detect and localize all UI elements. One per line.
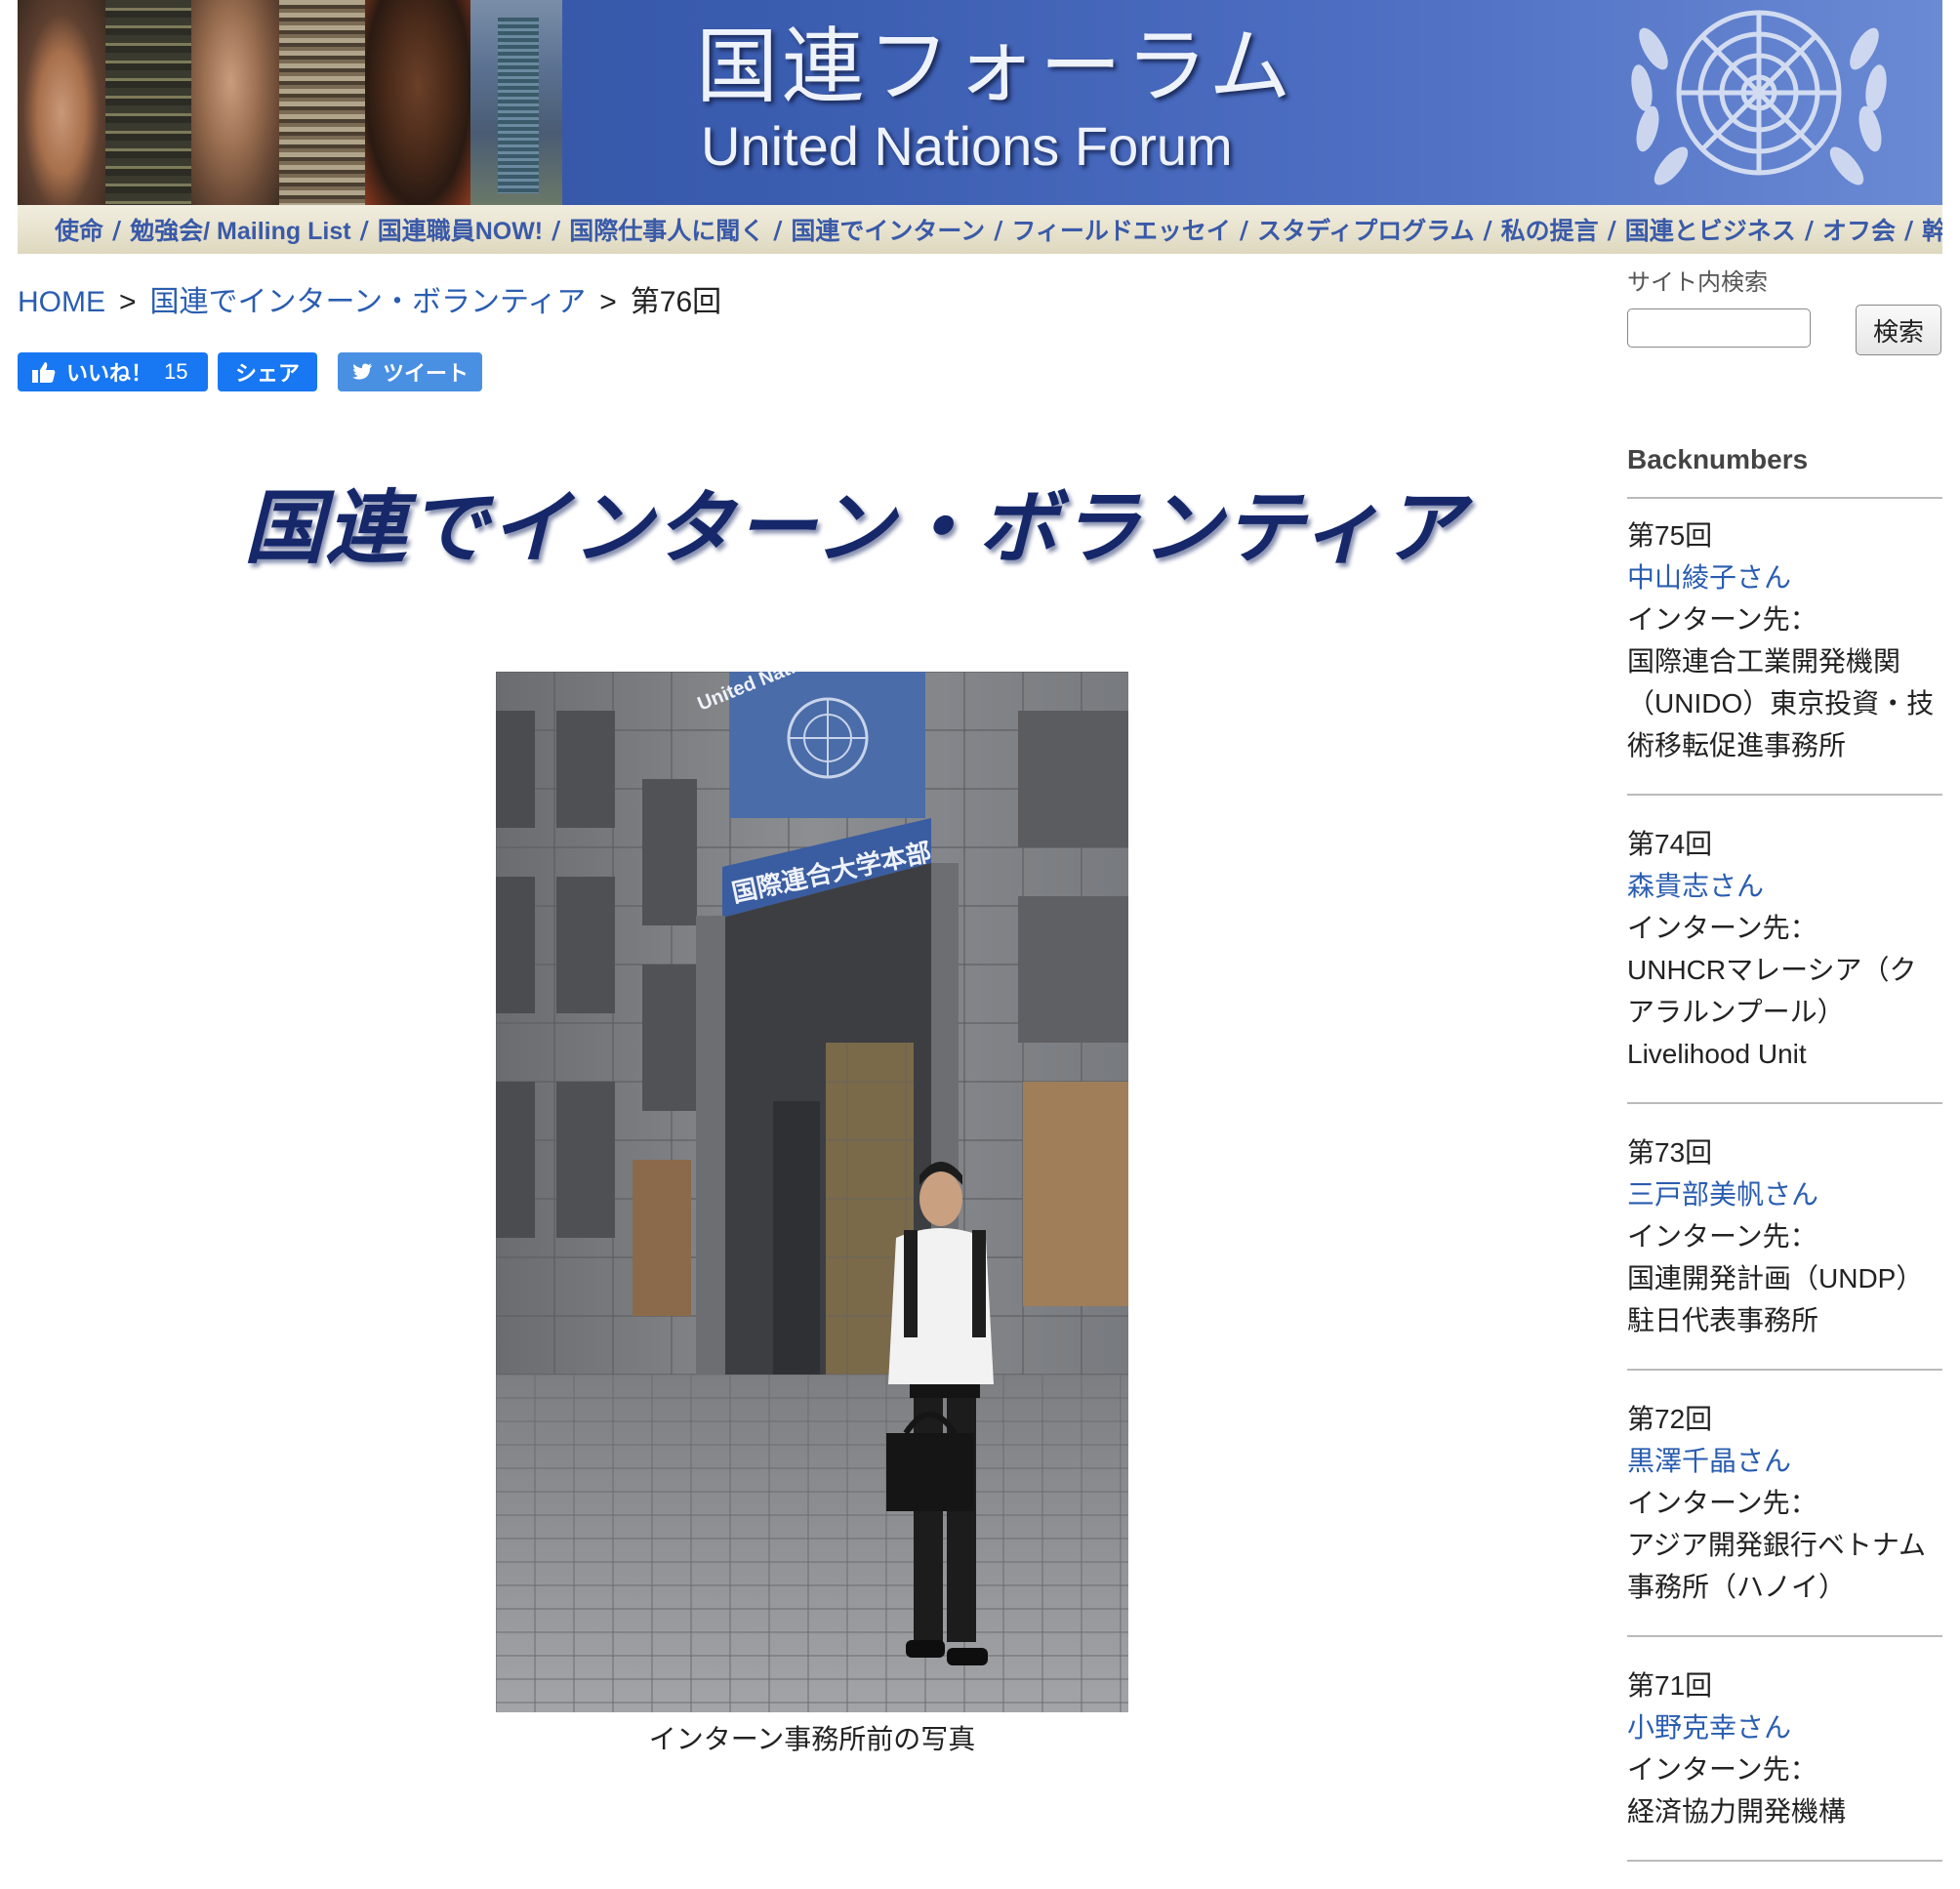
nav-separator: / bbox=[1903, 215, 1914, 244]
banner-nav-bar: 使命 / 勉強会/ Mailing List / 国連職員NOW! / 国際仕事… bbox=[18, 205, 1942, 254]
breadcrumb-section-link[interactable]: 国連でインターン・ボランティア bbox=[150, 286, 587, 318]
nav-item-study-mailing[interactable]: 勉強会/ Mailing List bbox=[130, 212, 350, 247]
backnumber-issue: 第72回 bbox=[1627, 1404, 1713, 1434]
backnumber-name-link[interactable]: 森貴志さん bbox=[1627, 865, 1942, 907]
photo-caption: インターン事務所前の写真 bbox=[648, 1724, 976, 1754]
breadcrumb: HOME > 国連でインターン・ボランティア > 第76回 bbox=[18, 283, 721, 322]
search-label: サイト内検索 bbox=[1627, 269, 1768, 296]
share-label: シェア bbox=[234, 361, 300, 386]
backnumber-issue: 第73回 bbox=[1627, 1137, 1713, 1168]
backnumber-organization: アジア開発銀行ベトナム事務所（ハノイ） bbox=[1627, 1530, 1927, 1602]
site-banner[interactable]: 国連フォーラム United Nations Forum 使命 / 勉強会/ M… bbox=[18, 0, 1942, 254]
nav-separator: / bbox=[112, 215, 122, 244]
backnumber-intern-label: インターン先： bbox=[1627, 1488, 1817, 1518]
backnumber-name-link[interactable]: 中山綾子さん bbox=[1627, 556, 1942, 598]
backnumber-intern-label: インターン先： bbox=[1627, 913, 1817, 943]
backnumber-name-link[interactable]: 小野克幸さん bbox=[1627, 1706, 1942, 1748]
like-label: いいね！ bbox=[66, 361, 153, 386]
facebook-share-button[interactable]: シェア bbox=[218, 352, 317, 391]
backnumber-intern-label: インターン先： bbox=[1627, 1221, 1817, 1252]
section-title-image: 国連でインターン・ボランティア bbox=[244, 482, 1465, 575]
nav-separator: / bbox=[359, 215, 369, 244]
site-title-english: United Nations Forum bbox=[701, 115, 1233, 177]
banner-photo-girl bbox=[18, 0, 105, 205]
nav-item-mission[interactable]: 使命 bbox=[55, 212, 103, 247]
banner-photo-un-building bbox=[470, 0, 562, 205]
breadcrumb-separator: > bbox=[119, 286, 137, 318]
nav-separator: / bbox=[551, 215, 561, 244]
nav-item-business[interactable]: 国連とビジネス bbox=[1625, 212, 1796, 247]
breadcrumb-current: 第76回 bbox=[630, 286, 722, 318]
sidebar: サイト内検索 検索 Backnumbers 第75回 中山綾子さん インターン先… bbox=[1627, 264, 1942, 1862]
backnumber-issue: 第75回 bbox=[1627, 520, 1713, 551]
backnumbers-list: 第75回 中山綾子さん インターン先： 国際連合工業開発機関（UNIDO）東京投… bbox=[1627, 514, 1942, 1889]
backnumber-organization: 国際連合工業開発機関（UNIDO）東京投資・技術移転促進事務所 bbox=[1627, 646, 1935, 760]
search-button[interactable]: 検索 bbox=[1856, 305, 1941, 355]
backnumber-organization: 国連開発計画（UNDP）駐日代表事務所 bbox=[1627, 1263, 1924, 1335]
nav-separator: / bbox=[1607, 215, 1616, 244]
nav-separator: / bbox=[1239, 215, 1248, 244]
backnumber-entry: 第75回 中山綾子さん インターン先： 国際連合工業開発機関（UNIDO）東京投… bbox=[1627, 514, 1942, 796]
backnumber-name-link[interactable]: 三戸部美帆さん bbox=[1627, 1173, 1942, 1215]
banner-photo-strip bbox=[18, 0, 562, 205]
banner-photo-elder bbox=[191, 0, 279, 205]
nav-item-field-essay[interactable]: フィールドエッセイ bbox=[1011, 212, 1231, 247]
nav-item-study-program[interactable]: スタディプログラム bbox=[1257, 212, 1475, 247]
banner-photo-council bbox=[279, 0, 365, 205]
nav-item-offkai[interactable]: オフ会 bbox=[1822, 212, 1896, 247]
tweet-label: ツイート bbox=[382, 361, 469, 386]
backnumber-issue: 第71回 bbox=[1627, 1670, 1713, 1701]
facebook-like-button[interactable]: いいね！ 15 bbox=[18, 352, 208, 391]
tweet-button[interactable]: ツイート bbox=[338, 352, 482, 391]
backnumber-name-link[interactable]: 黒澤千晶さん bbox=[1627, 1440, 1942, 1482]
banner-photo-assembly-hall bbox=[105, 0, 191, 205]
nav-item-committee[interactable]: 幹事会 bbox=[1922, 212, 1942, 247]
nav-separator: / bbox=[1804, 215, 1814, 244]
backnumber-entry: 第72回 黒澤千晶さん インターン先： アジア開発銀行ベトナム事務所（ハノイ） bbox=[1627, 1398, 1942, 1637]
nav-separator: / bbox=[1483, 215, 1492, 244]
twitter-bird-icon bbox=[351, 363, 373, 380]
thumbs-up-icon bbox=[32, 362, 56, 383]
backnumber-issue: 第74回 bbox=[1627, 829, 1713, 859]
nav-item-proposal[interactable]: 私の提言 bbox=[1501, 212, 1599, 247]
nav-separator: / bbox=[773, 215, 783, 244]
breadcrumb-home-link[interactable]: HOME bbox=[18, 286, 105, 318]
un-emblem-icon bbox=[1631, 10, 1887, 185]
backnumber-intern-label: インターン先： bbox=[1627, 1754, 1817, 1785]
like-count: 15 bbox=[164, 359, 188, 384]
backnumber-entry: 第71回 小野克幸さん インターン先： 経済協力開発機構 bbox=[1627, 1664, 1942, 1862]
intern-office-photo: 国際連合大学本部 United Nations bbox=[496, 672, 1128, 1712]
nav-item-interviews[interactable]: 国際仕事人に聞く bbox=[569, 212, 764, 247]
backnumbers-heading: Backnumbers bbox=[1627, 434, 1942, 499]
backnumber-entry: 第73回 三戸部美帆さん インターン先： 国連開発計画（UNDP）駐日代表事務所 bbox=[1627, 1131, 1942, 1371]
nav-item-un-staff-now[interactable]: 国連職員NOW! bbox=[378, 212, 543, 247]
intern-office-photo-drawing: 国際連合大学本部 United Nations bbox=[496, 672, 1128, 1712]
site-title-japanese: 国連フォーラム bbox=[696, 19, 1295, 114]
backnumber-intern-label: インターン先： bbox=[1627, 604, 1817, 635]
breadcrumb-separator: > bbox=[599, 286, 617, 318]
banner-header: 国連フォーラム United Nations Forum bbox=[18, 0, 1942, 205]
nav-separator: / bbox=[994, 215, 1003, 244]
backnumber-organization: UNHCRマレーシア（クアラルンプール）Livelihood Unit bbox=[1627, 955, 1917, 1069]
banner-photo-woman bbox=[365, 0, 470, 205]
search-input[interactable] bbox=[1627, 308, 1811, 348]
nav-item-intern[interactable]: 国連でインターン bbox=[791, 212, 985, 247]
backnumber-organization: 経済協力開発機構 bbox=[1627, 1796, 1847, 1827]
backnumber-entry: 第74回 森貴志さん インターン先： UNHCRマレーシア（クアラルンプール）L… bbox=[1627, 823, 1942, 1104]
